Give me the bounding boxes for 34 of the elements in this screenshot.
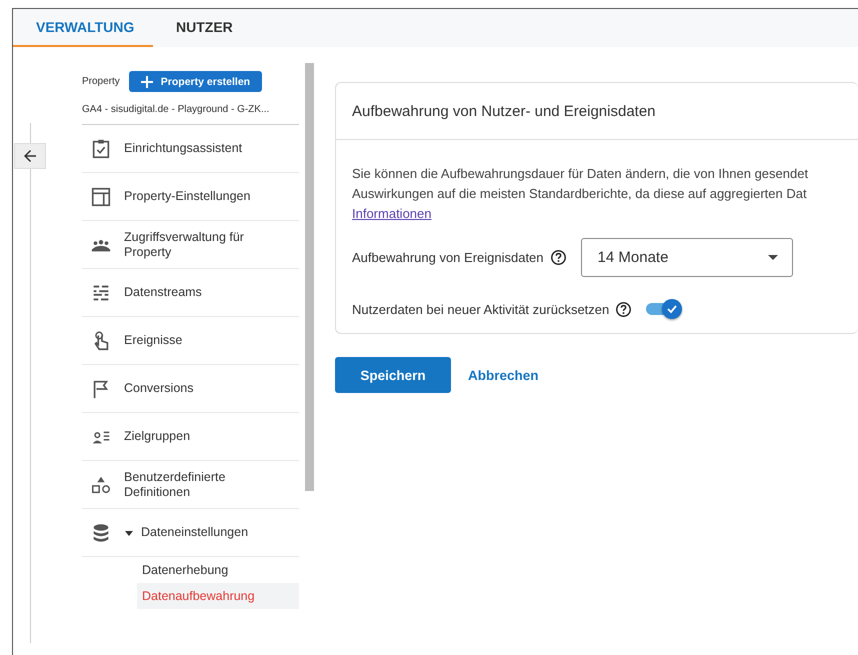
nav-item[interactable]: Property-Einstellungen: [82, 173, 299, 221]
help-icon[interactable]: [615, 300, 632, 318]
card-title: Aufbewahrung von Nutzer- und Ereignisdaten: [352, 102, 656, 120]
retention-dropdown[interactable]: 14 Monate: [580, 238, 793, 277]
property-name: GA4 - sisudigital.de - Playground - G-ZK...: [82, 92, 299, 125]
dropdown-caret-icon: [768, 255, 778, 260]
nav-item[interactable]: Einrichtungsassistent: [82, 125, 299, 173]
tab[interactable]: VERWALTUNG: [13, 9, 153, 47]
nav-subitem[interactable]: Datenaufbewahrung: [137, 583, 299, 609]
plus-icon: [140, 76, 153, 88]
property-label: Property: [82, 76, 120, 87]
clipboard-check-icon: [90, 138, 112, 160]
nav-item[interactable]: Zielgruppen: [82, 413, 299, 461]
link[interactable]: Informationen: [352, 206, 432, 221]
check-icon: [666, 303, 678, 315]
nav-item[interactable]: Benutzerdefinierte Definitionen: [82, 461, 299, 509]
nav-subitem[interactable]: Datenerhebung: [137, 557, 299, 583]
nav-item[interactable]: Zugriffsverwaltung für Property: [82, 221, 299, 269]
toggle-label: Nutzerdaten bei neuer Aktivität zurücksetzen: [352, 302, 610, 316]
create-property-button[interactable]: Property erstellen: [128, 71, 262, 92]
save-button[interactable]: Speichern: [335, 357, 451, 393]
help-icon[interactable]: [550, 249, 567, 266]
field-label: Aufbewahrung von Ereignisdaten: [352, 250, 544, 265]
toggle-switch[interactable]: [646, 297, 682, 321]
description-line: Auswirkungen auf die meisten Standardberichte, da diese auf aggregierten Dat: [352, 185, 808, 203]
back-button[interactable]: [14, 143, 46, 169]
nav-item[interactable]: Conversions: [82, 365, 299, 413]
tab[interactable]: NUTZER: [153, 9, 256, 47]
description-line: Sie können die Aufbewahrungsdauer für Daten ändern, die von Ihnen gesendet: [352, 165, 810, 183]
nav-item[interactable]: Datenstreams: [82, 269, 299, 317]
nav-item[interactable]: Ereignisse: [82, 317, 299, 365]
nav-item[interactable]: Dateneinstellungen: [82, 509, 299, 557]
window-layout-icon: [90, 186, 112, 208]
cancel-button[interactable]: Abbrechen: [468, 364, 539, 386]
